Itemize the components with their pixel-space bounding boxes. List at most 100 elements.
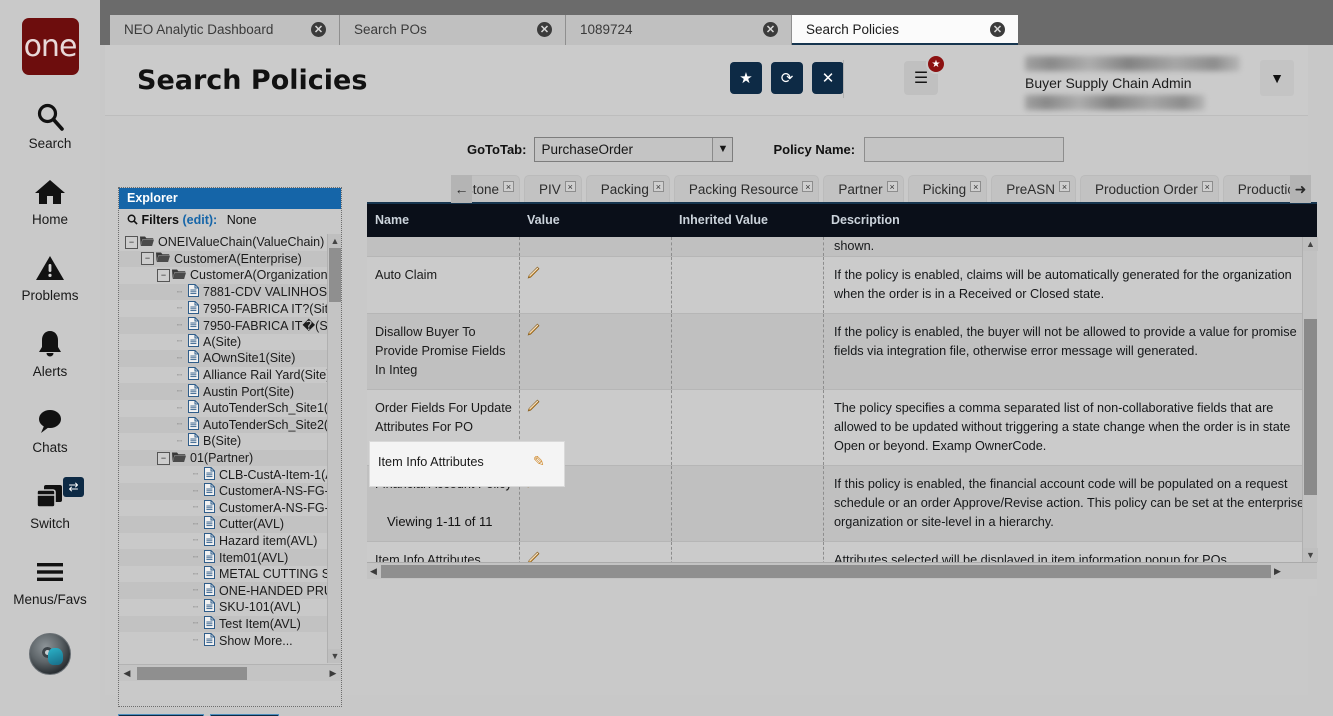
pencil-icon[interactable] [526,324,540,340]
one-logo[interactable]: one [22,18,79,75]
goto-tab-select[interactable]: PurchaseOrder ▼ [534,137,733,162]
explorer-filters-row[interactable]: Filters (edit): None [119,209,341,230]
filters-edit-link[interactable]: (edit): [182,213,217,227]
column-header-name[interactable]: Name [375,213,409,227]
tree-node[interactable]: ┈Item01(AVL) [119,549,341,566]
cell-value[interactable] [519,542,671,562]
cell-value[interactable] [519,390,671,465]
tree-collapse-toggle-icon[interactable]: − [157,269,170,282]
table-row-partial[interactable]: shown. [367,237,1317,257]
tree-node[interactable]: −CustomerA(Organization) [119,267,341,284]
tree-hscroll-thumb[interactable] [137,667,247,680]
tree-node[interactable]: ┈Austin Port(Site) [119,383,341,400]
tree-node[interactable]: ┈AutoTenderSch_Site2(S [119,417,341,434]
browser-tab-1089724[interactable]: 1089724 ✕ [566,15,792,45]
close-circle-icon[interactable]: ✕ [763,22,778,37]
column-header-description[interactable]: Description [831,213,900,227]
tree-node[interactable]: ┈Alliance Rail Yard(Site) [119,367,341,384]
category-tab-production-order[interactable]: Production Order× [1080,175,1219,203]
close-icon[interactable]: × [653,181,664,192]
category-tab-packing-resource[interactable]: Packing Resource× [674,175,820,203]
pencil-icon[interactable] [526,267,540,283]
close-circle-icon[interactable]: ✕ [537,22,552,37]
category-tab-piv[interactable]: PIV× [524,175,582,203]
column-header-inherited[interactable]: Inherited Value [679,213,768,227]
cell-value[interactable] [519,314,671,389]
category-tab-partner[interactable]: Partner× [823,175,903,203]
tree-node[interactable]: ┈AutoTenderSch_Site1(S [119,400,341,417]
user-account-block[interactable]: Buyer Supply Chain Admin [1015,49,1265,111]
tree-node[interactable]: ┈Show More... [119,632,341,649]
swap-arrows-icon[interactable]: ⇄ [63,477,84,497]
scroll-right-arrow-icon[interactable]: ▶ [325,668,341,679]
tree-horizontal-scrollbar[interactable]: ◀ ▶ [119,664,341,681]
pencil-icon[interactable] [526,552,540,562]
tree-node[interactable]: ┈CLB-CustA-Item-1(AV [119,466,341,483]
tree-node[interactable]: ┈7950-FABRICA IT?(Site) [119,300,341,317]
table-row[interactable]: Auto ClaimIf the policy is enabled, clai… [367,257,1317,314]
tree-node[interactable]: ┈Hazard item(AVL) [119,533,341,550]
tree-collapse-toggle-icon[interactable]: − [125,236,138,249]
column-header-value[interactable]: Value [527,213,560,227]
category-tab-preasn[interactable]: PreASN× [991,175,1076,203]
tree-node[interactable]: ┈METAL CUTTING SH [119,566,341,583]
browser-tab-search-policies[interactable]: Search Policies ✕ [792,15,1018,45]
table-scroll-left-arrow-icon[interactable]: ◀ [367,566,380,577]
tree-node[interactable]: ┈A(Site) [119,334,341,351]
sidebar-item-alerts[interactable]: Alerts [0,325,100,379]
table-vertical-scrollbar[interactable]: ▲ ▼ [1302,237,1317,562]
tree-node[interactable]: ┈ONE-HANDED PRUN [119,582,341,599]
table-scroll-thumb[interactable] [1304,319,1317,495]
close-circle-icon[interactable]: ✕ [311,22,326,37]
table-scroll-up-arrow-icon[interactable]: ▲ [1303,237,1318,251]
cell-value[interactable] [519,257,671,313]
tree-node[interactable]: ┈CustomerA-NS-FG-It [119,483,341,500]
close-icon[interactable]: × [503,181,514,192]
tree-node[interactable]: ┈Test Item(AVL) [119,616,341,633]
tree-node[interactable]: −01(Partner) [119,450,341,467]
pencil-icon[interactable] [526,400,540,416]
tree-node[interactable]: ┈SKU-101(AVL) [119,599,341,616]
table-row[interactable]: Order Fields For Update Attributes For P… [367,390,1317,466]
assistant-avatar[interactable] [29,633,71,675]
close-icon[interactable]: × [802,181,813,192]
user-menu-chevron-down-icon[interactable]: ▼ [1260,60,1294,96]
close-button[interactable]: ✕ [812,62,844,94]
browser-tab-search-pos[interactable]: Search POs ✕ [340,15,566,45]
tree-node[interactable]: −ONEIValueChain(ValueChain) [119,234,341,251]
policy-name-input[interactable] [864,137,1064,162]
table-row[interactable]: Disallow Buyer To Provide Promise Fields… [367,314,1317,390]
sidebar-item-menus-favs[interactable]: Menus/Favs [0,553,100,607]
scroll-down-arrow-icon[interactable]: ▼ [328,649,341,663]
sidebar-item-problems[interactable]: Problems [0,249,100,303]
category-tab-picking[interactable]: Picking× [908,175,988,203]
table-hscroll-thumb[interactable] [381,565,1271,578]
close-icon[interactable]: × [970,181,981,192]
close-circle-icon[interactable]: ✕ [990,22,1005,37]
tree-collapse-toggle-icon[interactable]: − [141,252,154,265]
cell-value[interactable] [519,466,671,541]
tree-node[interactable]: ┈CustomerA-NS-FG-It [119,500,341,517]
close-icon[interactable]: × [887,181,898,192]
sidebar-item-switch[interactable]: ⇄ Switch [0,477,100,531]
table-row[interactable]: Item Info AttributesAttributes selected … [367,542,1317,562]
close-icon[interactable]: × [1059,181,1070,192]
tree-node[interactable]: ┈7881-CDV VALINHOS(Si [119,284,341,301]
table-scroll-right-arrow-icon[interactable]: ▶ [1271,566,1284,577]
sidebar-item-home[interactable]: Home [0,173,100,227]
tree-node[interactable]: ┈B(Site) [119,433,341,450]
close-icon[interactable]: × [565,181,576,192]
category-tab-packing[interactable]: Packing× [586,175,670,203]
table-horizontal-scrollbar[interactable]: ◀ ▶ [367,562,1317,579]
sidebar-item-search[interactable]: Search [0,97,100,151]
tree-node[interactable]: ┈AOwnSite1(Site) [119,350,341,367]
table-row[interactable]: Financial Account PolicyIf this policy i… [367,466,1317,542]
tree-collapse-toggle-icon[interactable]: − [157,452,170,465]
tree-scroll-thumb[interactable] [329,248,341,302]
favorite-button[interactable]: ★ [730,62,762,94]
pencil-icon[interactable] [526,476,540,492]
browser-tab-neo-analytic-dashboard[interactable]: NEO Analytic Dashboard ✕ [110,15,340,45]
tree-node[interactable]: ┈Cutter(AVL) [119,516,341,533]
scroll-left-arrow-icon[interactable]: ◀ [119,668,135,679]
tree-node[interactable]: ┈7950-FABRICA IT�(Site [119,317,341,334]
